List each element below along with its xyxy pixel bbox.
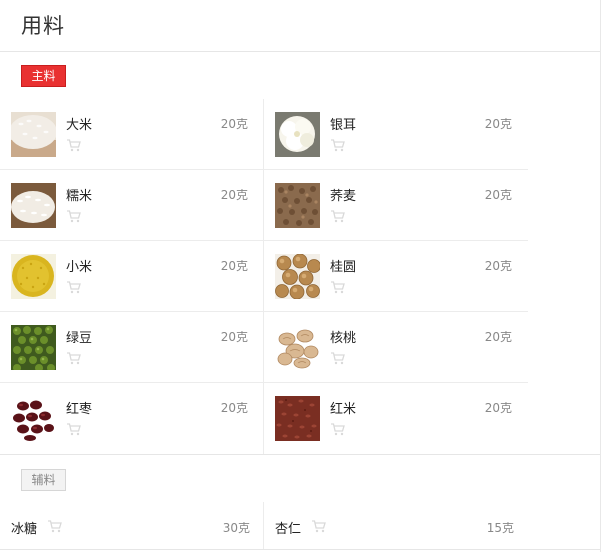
white-fungus-image[interactable]: [275, 112, 320, 157]
cart-icon[interactable]: [330, 208, 346, 223]
main-ingredients-tag: 主料: [21, 65, 66, 87]
ingredient-amount: 20克: [484, 259, 512, 273]
aux-ingredients-tag: 辅料: [21, 469, 66, 491]
ingredient-amount: 20克: [484, 188, 512, 202]
ingredient-amount: 20克: [484, 401, 512, 415]
aux-ingredient-item[interactable]: 杏仁 15克: [264, 502, 528, 550]
ingredient-name[interactable]: 大米: [66, 114, 92, 133]
ingredient-amount: 30克: [222, 521, 250, 535]
cart-icon[interactable]: [66, 350, 82, 365]
ingredient-name[interactable]: 红枣: [66, 398, 92, 417]
red-rice-image[interactable]: [275, 396, 320, 441]
cart-icon[interactable]: [311, 518, 327, 533]
glutinous-rice-image[interactable]: [11, 183, 56, 228]
ingredient-name[interactable]: 桂圆: [330, 256, 356, 275]
ingredient-item[interactable]: 大米 20克: [0, 99, 264, 170]
aux-ingredient-item[interactable]: 冰糖 30克: [0, 502, 264, 550]
cart-icon[interactable]: [66, 279, 82, 294]
ingredient-name[interactable]: 小米: [66, 256, 92, 275]
page-title: 用料: [21, 14, 65, 38]
ingredient-name[interactable]: 荞麦: [330, 185, 356, 204]
ingredient-amount: 20克: [484, 330, 512, 344]
ingredient-row: 红枣 20克 红米 20克: [0, 383, 528, 454]
rice-image[interactable]: [11, 112, 56, 157]
cart-icon[interactable]: [47, 518, 63, 533]
longan-image[interactable]: [275, 254, 320, 299]
ingredient-row: 大米 20克 银耳 20克: [0, 99, 528, 170]
ingredient-row: 绿豆 20克 核桃 20克: [0, 312, 528, 383]
ingredient-name[interactable]: 银耳: [330, 114, 356, 133]
cart-icon[interactable]: [66, 421, 82, 436]
ingredient-item[interactable]: 红米 20克: [264, 383, 528, 454]
ingredient-name[interactable]: 红米: [330, 398, 356, 417]
ingredient-item[interactable]: 绿豆 20克: [0, 312, 264, 383]
ingredient-name[interactable]: 绿豆: [66, 327, 92, 346]
cart-icon[interactable]: [330, 279, 346, 294]
buckwheat-image[interactable]: [275, 183, 320, 228]
ingredient-name[interactable]: 杏仁: [275, 518, 301, 537]
ingredient-name[interactable]: 核桃: [330, 327, 356, 346]
ingredient-row: 小米 20克 桂圆 20克: [0, 241, 528, 312]
ingredient-row: 糯米 20克 荞麦 20克: [0, 170, 528, 241]
main-ingredients-grid: 大米 20克 银耳 20克 糯米 20克 荞麦 20克 小米 20克 桂圆 20…: [0, 99, 528, 454]
walnut-image[interactable]: [275, 325, 320, 370]
cart-icon[interactable]: [66, 208, 82, 223]
cart-icon[interactable]: [330, 350, 346, 365]
ingredient-amount: 20克: [220, 259, 248, 273]
ingredient-amount: 20克: [220, 401, 248, 415]
ingredient-item[interactable]: 红枣 20克: [0, 383, 264, 454]
ingredient-amount: 20克: [220, 188, 248, 202]
ingredient-amount: 20克: [220, 330, 248, 344]
ingredient-amount: 20克: [484, 117, 512, 131]
aux-ingredients-row: 冰糖 30克 杏仁 15克: [0, 502, 528, 550]
cart-icon[interactable]: [66, 137, 82, 152]
red-date-image[interactable]: [11, 396, 56, 441]
cart-icon[interactable]: [330, 137, 346, 152]
section-divider: [0, 454, 600, 455]
mung-bean-image[interactable]: [11, 325, 56, 370]
aux-bottom-border: [0, 549, 600, 550]
header: 用料: [0, 0, 600, 52]
ingredient-item[interactable]: 桂圆 20克: [264, 241, 528, 312]
ingredient-name[interactable]: 冰糖: [11, 518, 37, 537]
ingredient-amount: 15克: [486, 521, 514, 535]
ingredient-amount: 20克: [220, 117, 248, 131]
ingredient-item[interactable]: 糯米 20克: [0, 170, 264, 241]
panel-right-border: [600, 0, 601, 552]
ingredient-item[interactable]: 银耳 20克: [264, 99, 528, 170]
ingredient-name[interactable]: 糯米: [66, 185, 92, 204]
ingredient-item[interactable]: 荞麦 20克: [264, 170, 528, 241]
ingredient-item[interactable]: 核桃 20克: [264, 312, 528, 383]
cart-icon[interactable]: [330, 421, 346, 436]
millet-image[interactable]: [11, 254, 56, 299]
ingredient-item[interactable]: 小米 20克: [0, 241, 264, 312]
ingredients-panel: 用料 主料 大米 20克 银耳 20克 糯米 20克 荞麦 20克 小米 20克…: [0, 0, 602, 552]
